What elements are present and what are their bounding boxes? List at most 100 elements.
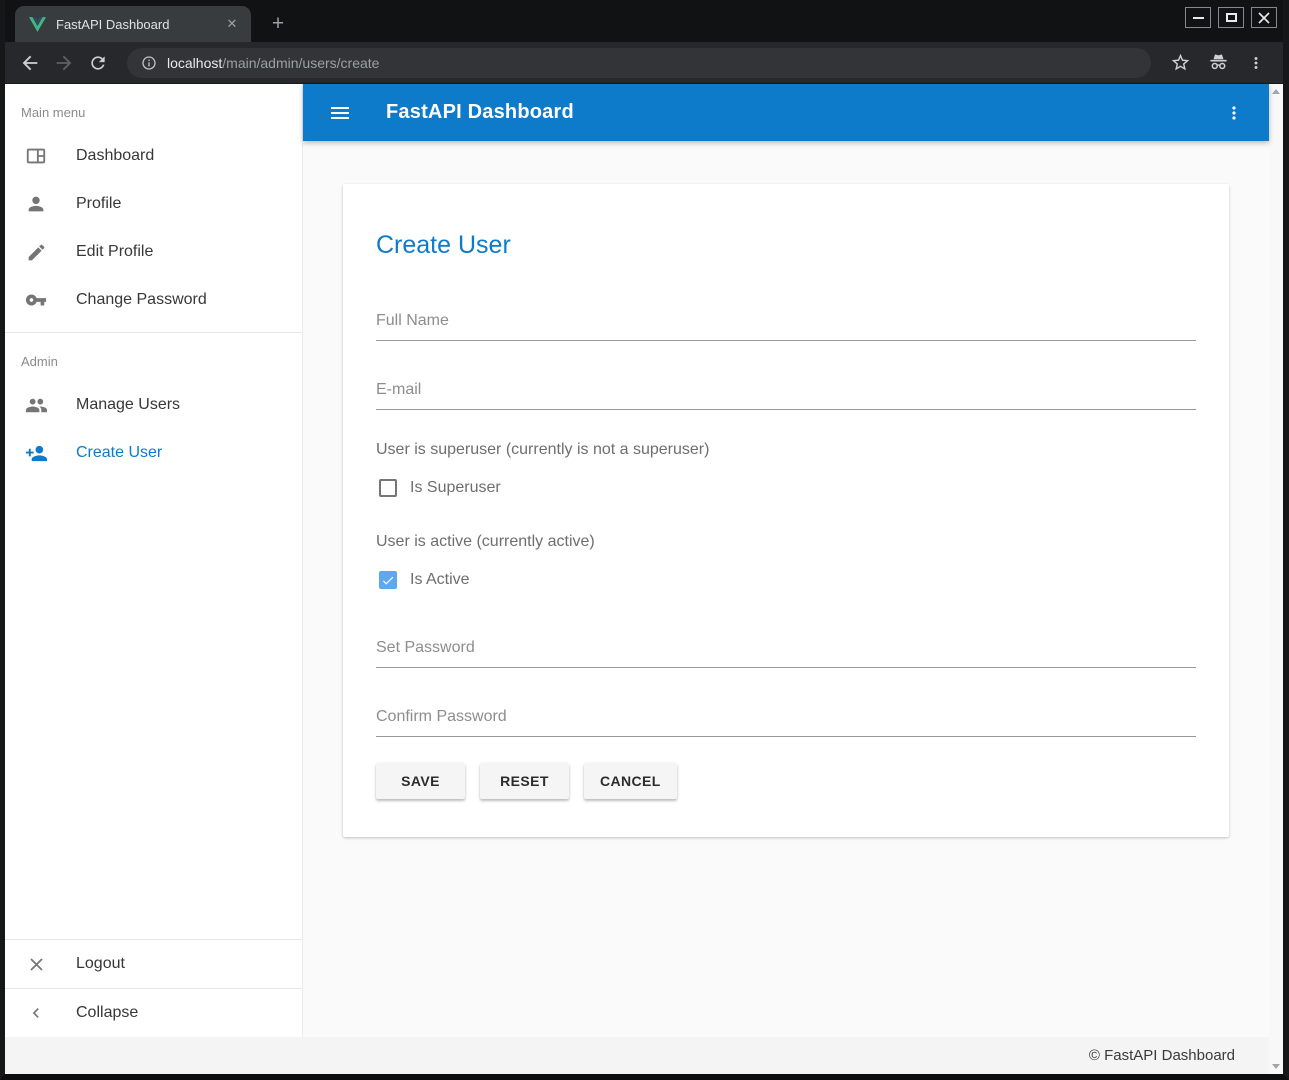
sidebar-divider <box>5 332 302 333</box>
page-footer: © FastAPI Dashboard <box>5 1037 1269 1074</box>
email-field <box>376 375 1196 410</box>
address-bar[interactable]: localhost/main/admin/users/create <box>127 48 1151 78</box>
active-note: User is active (currently active) <box>376 530 1196 554</box>
window-close-button[interactable] <box>1251 7 1277 28</box>
app-bar: FastAPI Dashboard <box>303 84 1269 141</box>
pencil-icon <box>24 240 48 264</box>
page-title: Create User <box>376 228 1196 262</box>
confirm-password-field <box>376 702 1196 737</box>
chevron-left-icon <box>24 1001 48 1025</box>
window-minimize-button[interactable] <box>1185 7 1211 28</box>
is-active-checkbox-row[interactable]: Is Active <box>376 566 1196 594</box>
sidebar-item-edit-profile[interactable]: Edit Profile <box>5 228 302 276</box>
full-name-input[interactable] <box>376 306 1196 341</box>
close-icon <box>1258 12 1270 24</box>
vue-logo-icon <box>29 17 46 32</box>
app-title: FastAPI Dashboard <box>386 101 574 124</box>
bookmark-button[interactable] <box>1163 46 1197 80</box>
sidebar-item-label: Collapse <box>76 1004 138 1022</box>
close-x-icon <box>24 952 48 976</box>
set-password-field <box>376 633 1196 668</box>
person-icon <box>24 192 48 216</box>
copyright-text: © FastAPI Dashboard <box>1089 1047 1235 1064</box>
minimize-icon <box>1193 17 1204 19</box>
url-text: localhost/main/admin/users/create <box>167 55 379 71</box>
three-dots-vertical-icon <box>1247 54 1265 72</box>
sidebar-item-change-password[interactable]: Change Password <box>5 276 302 324</box>
sidebar-item-label: Logout <box>76 955 125 973</box>
scroll-up-button[interactable] <box>1269 84 1283 99</box>
main-area: FastAPI Dashboard Create User <box>303 84 1269 1037</box>
star-outline-icon <box>1170 52 1191 73</box>
toolbar-right-icons <box>1163 46 1273 80</box>
people-icon <box>24 393 48 417</box>
checkbox-label: Is Superuser <box>410 479 501 497</box>
tab-close-icon[interactable]: ✕ <box>223 15 241 33</box>
key-icon <box>24 288 48 312</box>
checkbox-icon[interactable] <box>379 479 397 497</box>
hamburger-menu-button[interactable] <box>327 100 353 126</box>
sidebar-item-profile[interactable]: Profile <box>5 180 302 228</box>
scrollbar-track[interactable] <box>1269 99 1283 1059</box>
reset-button[interactable]: RESET <box>480 763 569 799</box>
arrow-right-icon <box>53 52 75 74</box>
sidebar-caption-main-menu: Main menu <box>5 92 302 132</box>
sidebar-item-label: Manage Users <box>76 396 180 414</box>
person-add-icon <box>24 441 48 465</box>
forward-button[interactable] <box>47 46 81 80</box>
create-user-card: Create User User is superuser (currently… <box>343 184 1229 837</box>
superuser-note: User is superuser (currently is not a su… <box>376 438 1196 462</box>
cancel-button[interactable]: CANCEL <box>584 763 677 799</box>
full-name-field <box>376 306 1196 341</box>
page-viewport: Main menu Dashboard Profile Edit Profile <box>5 84 1283 1074</box>
sidebar-item-logout[interactable]: Logout <box>5 940 302 988</box>
sidebar-item-label: Change Password <box>76 291 207 309</box>
checkbox-label: Is Active <box>410 571 470 589</box>
browser-tab-bar: FastAPI Dashboard ✕ + <box>5 0 1283 42</box>
back-button[interactable] <box>13 46 47 80</box>
sidebar-item-create-user[interactable]: Create User <box>5 429 302 477</box>
sidebar-item-label: Profile <box>76 195 121 213</box>
scroll-down-button[interactable] <box>1269 1059 1283 1074</box>
sidebar-item-collapse[interactable]: Collapse <box>5 989 302 1037</box>
window-maximize-button[interactable] <box>1218 7 1244 28</box>
vertical-scrollbar[interactable] <box>1269 84 1283 1074</box>
app-menu-button[interactable] <box>1221 100 1247 126</box>
maximize-icon <box>1226 13 1237 22</box>
confirm-password-input[interactable] <box>376 702 1196 737</box>
tab-title: FastAPI Dashboard <box>56 17 223 32</box>
dashboard-icon <box>24 144 48 168</box>
form-actions: SAVE RESET CANCEL <box>376 763 1196 799</box>
reload-button[interactable] <box>81 46 115 80</box>
sidebar: Main menu Dashboard Profile Edit Profile <box>5 84 303 1037</box>
sidebar-spacer <box>5 477 302 939</box>
window-controls <box>1185 7 1277 28</box>
triangle-down-icon <box>1272 1064 1280 1069</box>
triangle-up-icon <box>1272 89 1280 94</box>
browser-tab[interactable]: FastAPI Dashboard ✕ <box>15 6 251 42</box>
refresh-icon <box>88 53 108 73</box>
incognito-icon <box>1207 51 1230 74</box>
sidebar-bottom: Logout Collapse <box>5 939 302 1037</box>
page-content: Create User User is superuser (currently… <box>303 141 1269 1037</box>
new-tab-button[interactable]: + <box>263 9 293 39</box>
arrow-left-icon <box>19 52 41 74</box>
sidebar-item-manage-users[interactable]: Manage Users <box>5 381 302 429</box>
sidebar-item-label: Create User <box>76 444 162 462</box>
browser-menu-button[interactable] <box>1239 46 1273 80</box>
sidebar-item-label: Edit Profile <box>76 243 153 261</box>
email-input[interactable] <box>376 375 1196 410</box>
checkbox-icon[interactable] <box>379 571 397 589</box>
sidebar-item-label: Dashboard <box>76 147 154 165</box>
page-info-icon[interactable] <box>141 55 157 71</box>
browser-window: FastAPI Dashboard ✕ + localhost/main/adm… <box>0 0 1289 1080</box>
save-button[interactable]: SAVE <box>376 763 465 799</box>
incognito-profile-button[interactable] <box>1201 46 1235 80</box>
hamburger-icon <box>328 101 352 125</box>
sidebar-item-dashboard[interactable]: Dashboard <box>5 132 302 180</box>
set-password-input[interactable] <box>376 633 1196 668</box>
sidebar-caption-admin: Admin <box>5 341 302 381</box>
url-host: localhost <box>167 55 222 71</box>
browser-toolbar: localhost/main/admin/users/create <box>5 42 1283 84</box>
is-superuser-checkbox-row[interactable]: Is Superuser <box>376 474 1196 502</box>
